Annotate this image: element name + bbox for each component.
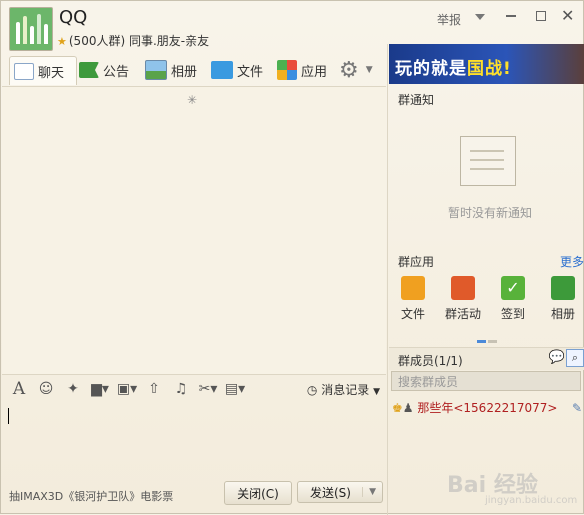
tab-label: 相册 [171, 64, 198, 80]
activity-flag-icon [451, 276, 475, 300]
right-panel: 玩的就是国战! 群通知 暂时没有新通知 群应用 更多 文件 群活动 ✓ 签到 相册… [387, 44, 584, 515]
group-apps-header: 群应用 更多 [398, 253, 584, 270]
tab-apps[interactable]: 应用 [277, 56, 327, 84]
tab-label: 聊天 [38, 65, 65, 81]
member-avatar-icon: ♟ [402, 401, 414, 415]
app-label: 签到 [500, 307, 525, 321]
tab-chat[interactable]: 聊天 [9, 56, 77, 85]
close-window-button[interactable]: ✕ [561, 6, 574, 25]
watermark-sub: jingyan.baidu.com [485, 495, 578, 506]
report-button[interactable]: 举报 [437, 11, 461, 28]
font-icon[interactable]: A [8, 379, 30, 399]
tab-files[interactable]: 文件 [211, 56, 263, 84]
page-indicator [477, 332, 499, 346]
app-files[interactable]: 文件 [388, 276, 438, 322]
member-row[interactable]: ♚♟ 那些年<15622217077> [392, 399, 557, 416]
send-button[interactable]: 发送(S) ▼ [297, 481, 383, 503]
group-apps-list: 文件 群活动 ✓ 签到 相册 [388, 276, 584, 331]
emoji-icon[interactable]: ☺ [35, 381, 57, 397]
game-ad-banner[interactable]: 玩的就是国战! [389, 44, 584, 84]
apps-grid-icon [277, 60, 297, 80]
send-options-icon[interactable]: ▼ [362, 487, 376, 497]
banner-highlight: 国战! [467, 59, 512, 79]
group-chat-bubble-icon[interactable]: 💬 [549, 350, 565, 365]
watermark: Bai 经验 jingyan.baidu.com [447, 467, 577, 506]
clock-icon: ◷ [306, 383, 318, 397]
close-button[interactable]: 关闭(C) [224, 481, 292, 505]
history-label: 消息记录 [321, 383, 370, 397]
notice-title: 群通知 [398, 93, 435, 107]
group-avatar[interactable] [9, 7, 53, 51]
app-activity[interactable]: 群活动 [438, 276, 488, 322]
group-apps-title: 群应用 [398, 255, 435, 269]
loading-spinner-icon: ✳ [187, 93, 198, 107]
promo-link[interactable]: 抽IMAX3D《银河护卫队》电影票 [9, 488, 173, 504]
chat-message-area[interactable]: ✳ [2, 86, 386, 375]
input-toolbar: A ☺ ✦ ▆▾ ▣▾ ⇧ ♫ ✂▾ ▤▾ ◷ 消息记录 ▼ [2, 374, 386, 403]
magic-wand-icon[interactable]: ✦ [62, 381, 84, 397]
qq-group-chat-window: QQ ★ (500人群) 同事.朋友-亲友 举报 ✕ 聊天 公告 相册 文件 应用… [0, 0, 584, 515]
app-label: 文件 [400, 307, 425, 321]
member-search-input[interactable]: 搜索群成员 [391, 371, 581, 391]
no-notice-text: 暂时没有新通知 [448, 206, 533, 220]
chevron-down-icon: ▼ [373, 387, 380, 397]
tab-announcement[interactable]: 公告 [79, 56, 129, 84]
chat-bubble-icon [14, 62, 34, 80]
app-album[interactable]: 相册 [538, 276, 584, 322]
minimize-button[interactable] [506, 15, 516, 17]
search-icon[interactable]: ⌕ [566, 349, 584, 367]
members-header: 群成员(1/1) 💬 ⌕ [389, 347, 584, 370]
notice-board-icon [460, 136, 516, 186]
image-icon[interactable]: ▣▾ [116, 381, 138, 397]
banner-text: 玩的就是国战! [395, 54, 512, 79]
app-checkin[interactable]: ✓ 签到 [488, 276, 538, 322]
app-label: 相册 [550, 307, 575, 321]
members-title: 群成员(1/1) [398, 354, 463, 368]
mountain-photo-icon [551, 276, 575, 300]
member-name: 那些年<15622217077> [417, 401, 558, 415]
message-input[interactable] [2, 402, 386, 482]
tab-album[interactable]: 相册 [145, 56, 197, 84]
send-label: 发送(S) [310, 485, 351, 500]
more-link[interactable]: 更多 [560, 253, 584, 270]
tab-bar: 聊天 公告 相册 文件 应用 ⚙ ▼ [9, 56, 385, 86]
megaphone-flag-icon [79, 62, 99, 78]
star-icon: ★ [57, 35, 67, 48]
group-subtitle: ★ (500人群) 同事.朋友-亲友 [57, 32, 209, 49]
gift-icon[interactable]: ▆▾ [89, 381, 111, 397]
tab-label: 文件 [237, 64, 264, 80]
folder-icon [211, 61, 233, 79]
group-name: QQ [59, 7, 88, 28]
banner-prefix: 玩的就是 [395, 59, 467, 79]
checkmark-icon: ✓ [501, 276, 525, 300]
text-caret [8, 408, 9, 424]
maximize-button[interactable] [536, 11, 546, 21]
group-info-text: (500人群) 同事.朋友-亲友 [68, 34, 210, 48]
edit-icon[interactable]: ✎ [572, 401, 582, 415]
member-crown-icon: ♚ [392, 401, 403, 415]
screen-share-icon[interactable]: ▤▾ [224, 381, 246, 397]
tab-label: 应用 [301, 64, 328, 80]
settings-gear-icon[interactable]: ⚙ ▼ [339, 56, 373, 84]
photo-album-icon [145, 60, 167, 80]
app-label: 群活动 [444, 307, 481, 321]
upload-icon[interactable]: ⇧ [143, 381, 165, 397]
dropdown-arrow-icon[interactable] [475, 14, 485, 20]
folder-icon [401, 276, 425, 300]
tab-label: 公告 [103, 64, 130, 80]
scissors-screenshot-icon[interactable]: ✂▾ [197, 381, 219, 397]
music-icon[interactable]: ♫ [170, 381, 192, 397]
message-history-button[interactable]: ◷ 消息记录 ▼ [307, 381, 380, 398]
